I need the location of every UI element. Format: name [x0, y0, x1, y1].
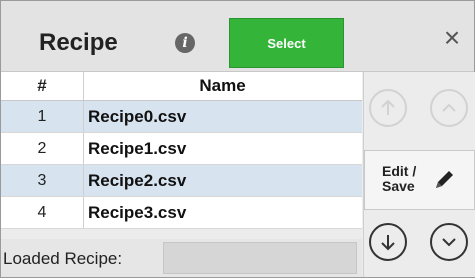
column-header-name: Name: [199, 76, 246, 95]
loaded-recipe-field: [163, 242, 357, 274]
row-name: Recipe0.csv: [88, 106, 187, 126]
table-row[interactable]: 2 Recipe1.csv: [1, 133, 362, 165]
dialog-header: Recipe i Select ×: [1, 1, 474, 72]
edit-save-button[interactable]: Edit / Save: [364, 150, 475, 210]
table-row[interactable]: 3 Recipe2.csv: [1, 165, 362, 197]
row-number: 4: [1, 197, 84, 228]
table-row[interactable]: 4 Recipe3.csv: [1, 197, 362, 229]
row-name: Recipe1.csv: [88, 138, 187, 158]
table-header-row: # Name: [1, 72, 362, 101]
recipe-table: # Name 1 Recipe0.csv 2 Recipe1.csv 3 Rec…: [1, 72, 362, 229]
row-name: Recipe2.csv: [88, 170, 187, 190]
pencil-icon: [436, 171, 453, 188]
dialog-title: Recipe: [39, 29, 118, 56]
row-number: 3: [1, 165, 84, 196]
chevron-up-circle-icon[interactable]: [430, 89, 468, 127]
select-button[interactable]: Select: [229, 18, 344, 68]
recipe-dialog: Recipe i Select × # Name 1 Recipe0.csv 2…: [0, 0, 475, 278]
close-icon[interactable]: ×: [437, 23, 467, 53]
side-panel: Edit / Save: [363, 72, 475, 277]
edit-save-label: Edit / Save: [382, 163, 417, 194]
loaded-recipe-label: Loaded Recipe:: [3, 249, 123, 268]
table-row[interactable]: 1 Recipe0.csv: [1, 101, 362, 133]
chevron-down-circle-icon[interactable]: [430, 223, 468, 261]
arrow-up-circle-icon[interactable]: [369, 89, 407, 127]
row-number: 2: [1, 133, 84, 164]
loaded-recipe-bar: Loaded Recipe:: [1, 239, 362, 277]
column-header-number: #: [1, 72, 84, 100]
row-number: 1: [1, 101, 84, 132]
arrow-down-circle-icon[interactable]: [369, 223, 407, 261]
info-icon[interactable]: i: [175, 33, 195, 53]
row-name: Recipe3.csv: [88, 202, 187, 222]
